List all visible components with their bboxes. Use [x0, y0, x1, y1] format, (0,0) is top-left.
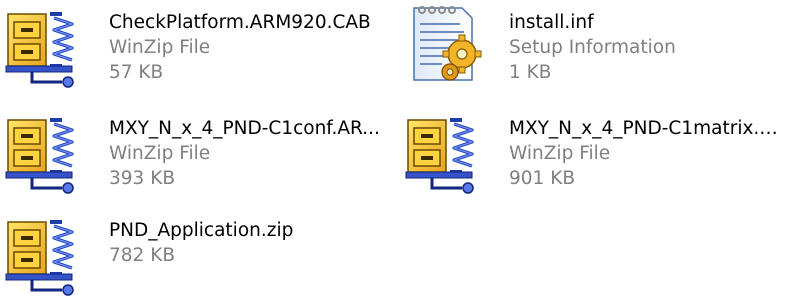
file-size: 901 KB	[509, 168, 576, 189]
winzip-file-icon	[2, 210, 98, 302]
winzip-file-icon	[2, 108, 98, 200]
file-size: 1 KB	[509, 62, 552, 83]
file-size: 57 KB	[109, 62, 164, 83]
file-list-tiles-view: CheckPlatform.ARM920.CAB WinZip File 57 …	[0, 0, 788, 305]
winzip-file-icon	[2, 2, 98, 94]
file-item-install-inf[interactable]: install.inf Setup Information 1 KB	[402, 2, 786, 94]
file-details: MXY_N_x_4_PND-C1conf.AR... WinZip File 3…	[109, 116, 384, 191]
file-item-checkplatform-cab[interactable]: CheckPlatform.ARM920.CAB WinZip File 57 …	[2, 2, 386, 94]
file-item-mxy-c1conf[interactable]: MXY_N_x_4_PND-C1conf.AR... WinZip File 3…	[2, 108, 386, 200]
file-item-mxy-c1matrix[interactable]: MXY_N_x_4_PND-C1matrix.A... WinZip File …	[402, 108, 786, 200]
file-name: PND_Application.zip	[109, 220, 294, 241]
file-type: Setup Information	[509, 37, 676, 58]
file-size: 393 KB	[109, 168, 176, 189]
file-details: CheckPlatform.ARM920.CAB WinZip File 57 …	[109, 10, 384, 85]
file-name: MXY_N_x_4_PND-C1matrix.A...	[509, 118, 784, 139]
file-details: install.inf Setup Information 1 KB	[509, 10, 784, 85]
setup-information-icon	[402, 2, 498, 94]
file-name: install.inf	[509, 12, 594, 33]
file-item-pnd-application-zip[interactable]: PND_Application.zip 782 KB	[2, 210, 386, 302]
file-type: WinZip File	[109, 143, 211, 164]
file-type: WinZip File	[109, 37, 211, 58]
file-details: MXY_N_x_4_PND-C1matrix.A... WinZip File …	[509, 116, 784, 191]
file-details: PND_Application.zip 782 KB	[109, 218, 384, 268]
file-name: CheckPlatform.ARM920.CAB	[109, 12, 371, 33]
file-size: 782 KB	[109, 245, 176, 266]
winzip-file-icon	[402, 108, 498, 200]
file-type: WinZip File	[509, 143, 611, 164]
file-name: MXY_N_x_4_PND-C1conf.AR...	[109, 118, 380, 139]
